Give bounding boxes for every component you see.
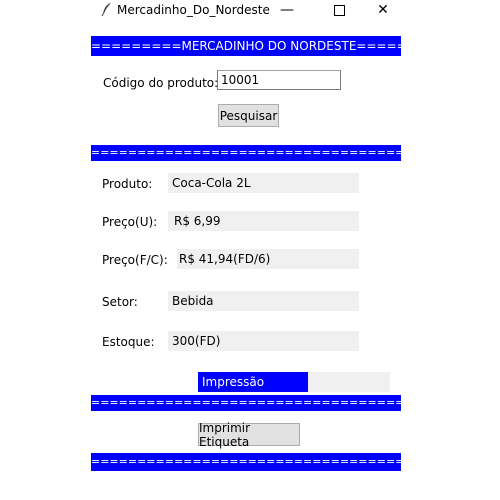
separator-band-2-text: ========================================… [91,396,401,409]
stock-label: Estoque: [102,335,155,349]
minimize-icon: — [280,2,294,18]
sector-value: Bebida [168,291,359,311]
header-banner: =========MERCADINHO DO NORDESTE========= [91,36,401,56]
header-banner-text: =========MERCADINHO DO NORDESTE========= [91,39,401,53]
minimize-button[interactable]: — [269,0,305,20]
close-button[interactable]: ✕ [365,0,401,20]
pack-price-label: Preço(F/C): [102,253,168,267]
product-code-input[interactable]: 10001 [217,70,341,90]
separator-band-1: ========================================… [91,145,401,161]
pack-price-value: R$ 41,94(FD/6) [177,249,359,269]
window-title: Mercadinho_Do_Nordeste [117,3,270,17]
status-field-remainder [308,372,390,392]
product-name-label: Produto: [102,177,153,191]
separator-band-1-text: ========================================… [91,146,401,159]
unit-price-value: R$ 6,99 [168,211,359,231]
separator-band-2: ========================================… [91,395,401,411]
maximize-button[interactable] [321,0,357,20]
print-label-button[interactable]: Imprimir Etiqueta [198,421,300,449]
separator-band-3: ========================================… [91,453,401,471]
title-bar[interactable]: Mercadinho_Do_Nordeste — ✕ [91,0,401,20]
product-code-label: Código do produto: [103,76,219,90]
separator-band-3-text: ========================================… [91,455,401,468]
status-message: Impressão enviada [198,372,308,409]
maximize-icon [333,4,345,16]
product-name-value: Coca-Cola 2L [168,173,359,193]
stock-value: 300(FD) [168,331,359,351]
close-icon: ✕ [377,2,389,18]
unit-price-label: Preço(U): [102,215,158,229]
search-button[interactable]: Pesquisar [218,104,279,127]
sector-label: Setor: [102,295,138,309]
feather-icon [101,3,111,16]
app-window: Mercadinho_Do_Nordeste — ✕ =========MERC… [91,0,401,500]
